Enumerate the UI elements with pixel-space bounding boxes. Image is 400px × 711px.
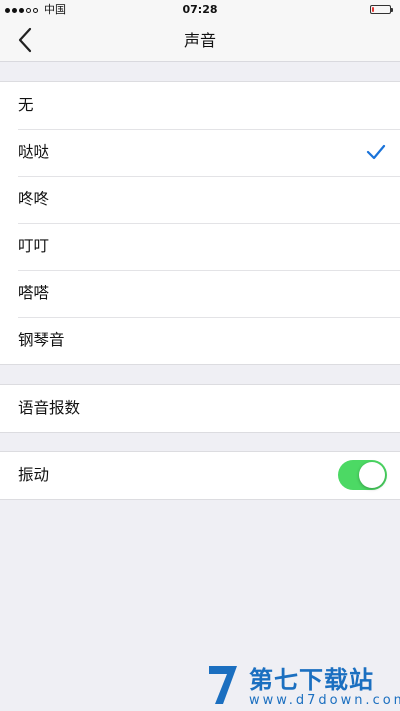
vibration-row: 振动 (0, 452, 400, 499)
sound-option-piano[interactable]: 钢琴音 (0, 317, 400, 364)
voice-broadcast-label: 语音报数 (18, 399, 81, 417)
sound-option-label: 无 (18, 96, 34, 114)
sound-option-label: 哒哒 (18, 143, 50, 161)
status-bar: 中国 07:28 (0, 0, 400, 20)
status-time: 07:28 (182, 3, 218, 16)
sound-option-dongdong[interactable]: 咚咚 (0, 176, 400, 223)
sound-options-list: 无 哒哒 咚咚 叮叮 嗒嗒 钢琴音 (0, 81, 400, 365)
watermark: 第七下载站 www.d7down.com (205, 658, 400, 711)
vibration-toggle[interactable] (338, 460, 387, 490)
voice-broadcast-group: 语音报数 (0, 384, 400, 433)
sound-option-tata[interactable]: 嗒嗒 (0, 270, 400, 317)
sound-option-label: 嗒嗒 (18, 284, 50, 302)
sound-option-dingding[interactable]: 叮叮 (0, 223, 400, 270)
navigation-bar: 声音 (0, 20, 400, 62)
vibration-group: 振动 (0, 451, 400, 500)
sound-option-label: 钢琴音 (18, 331, 65, 349)
sound-option-label: 叮叮 (18, 237, 50, 255)
watermark-title: 第七下载站 (249, 666, 374, 694)
battery-icon (370, 5, 393, 14)
page-title: 声音 (183, 31, 216, 50)
checkmark-icon (366, 144, 386, 160)
watermark-url: www.d7down.com (249, 693, 400, 708)
vibration-label: 振动 (18, 466, 50, 484)
sound-option-label: 咚咚 (18, 190, 50, 208)
sound-option-dada[interactable]: 哒哒 (0, 129, 400, 176)
voice-broadcast-row[interactable]: 语音报数 (0, 385, 400, 432)
battery-level (372, 7, 374, 12)
watermark-logo-icon (209, 666, 237, 704)
toggle-knob (359, 462, 385, 488)
sound-option-none[interactable]: 无 (0, 82, 400, 129)
